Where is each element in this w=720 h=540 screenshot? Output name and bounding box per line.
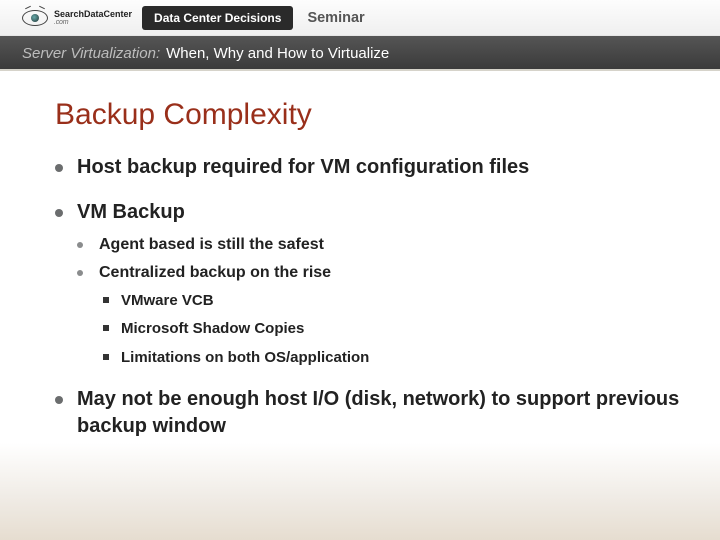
bullet-text: VMware VCB [121,292,214,309]
bullet-text: Microsoft Shadow Copies [121,320,304,337]
top-bar: SearchDataCenter .com Data Center Decisi… [0,0,720,36]
bullet-lvl3: Microsoft Shadow Copies [99,319,680,339]
slide-body: Backup Complexity Host backup required f… [0,70,720,540]
bullet-text: May not be enough host I/O (disk, networ… [77,388,679,437]
brand-line1: SearchDataCenter [54,10,132,19]
subtitle-rest: When, Why and How to Virtualize [166,45,389,62]
brand-line2: .com [54,19,132,26]
slide: SearchDataCenter .com Data Center Decisi… [0,0,720,540]
brand-text: SearchDataCenter .com [54,10,132,26]
bullet-list-lvl2: Agent based is still the safest Centrali… [77,234,680,368]
bullet-text: Limitations on both OS/application [121,349,369,366]
topbar-seminar: Seminar [307,10,364,26]
bullet-lvl3: Limitations on both OS/application [99,348,680,368]
subtitle-bar: Server Virtualization: When, Why and How… [0,36,720,70]
subtitle-italic: Server Virtualization: [22,45,160,62]
bullet-lvl2: Centralized backup on the rise VMware VC… [77,262,680,368]
bullet-list-lvl1: Host backup required for VM configuratio… [55,154,680,440]
slide-title: Backup Complexity [55,98,680,132]
bullet-text: Centralized backup on the rise [99,264,331,281]
bullet-text: VM Backup [77,201,185,223]
bullet-lvl1: May not be enough host I/O (disk, networ… [55,386,680,440]
bullet-lvl2: Agent based is still the safest [77,234,680,256]
bullet-lvl1: VM Backup Agent based is still the safes… [55,199,680,368]
bullet-lvl1: Host backup required for VM configuratio… [55,154,680,181]
bullet-lvl3: VMware VCB [99,291,680,311]
topbar-pill: Data Center Decisions [142,6,293,30]
bullet-list-lvl3: VMware VCB Microsoft Shadow Copies Limit… [99,291,680,368]
eye-icon [22,10,48,26]
bullet-text: Host backup required for VM configuratio… [77,156,529,178]
brand-logo: SearchDataCenter .com [22,10,132,26]
bullet-text: Agent based is still the safest [99,236,324,253]
